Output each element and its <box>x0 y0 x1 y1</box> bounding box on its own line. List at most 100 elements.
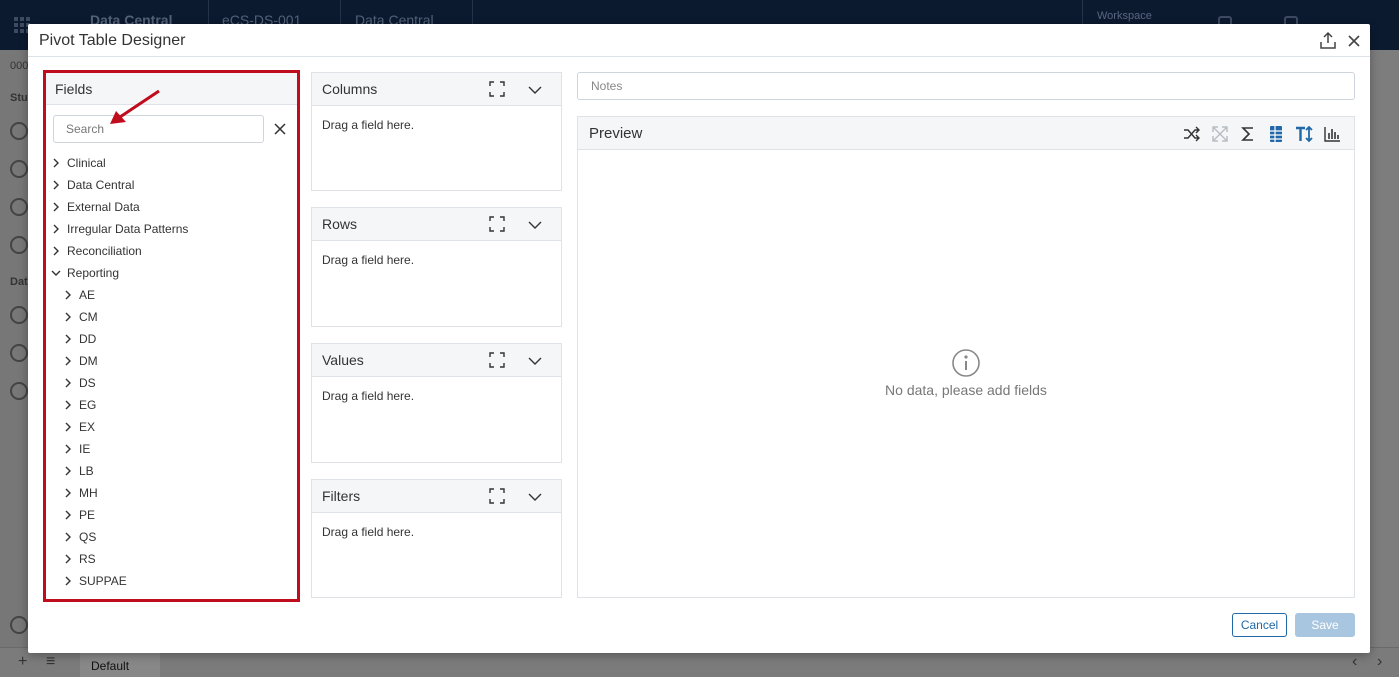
chevron-right-icon <box>53 180 59 190</box>
pivot-table-designer-dialog: Pivot Table Designer Fields Clinical Dat… <box>28 24 1370 653</box>
columns-title: Columns <box>322 81 378 97</box>
cancel-button[interactable]: Cancel <box>1232 613 1287 637</box>
chevron-right-icon <box>65 400 71 410</box>
chevron-right-icon <box>53 246 59 256</box>
empty-state-message: No data, please add fields <box>885 382 1047 398</box>
chevron-down-icon <box>51 270 61 276</box>
chevron-right-icon <box>65 444 71 454</box>
tree-item-dd[interactable]: DD <box>62 329 96 349</box>
tree-item-pe[interactable]: PE <box>62 505 95 525</box>
menu-icon: ≡ <box>46 653 56 670</box>
fullscreen-icon[interactable] <box>489 488 505 504</box>
chevron-right-icon <box>65 290 71 300</box>
columns-zone-header: Columns <box>312 73 561 106</box>
tree-item-clinical[interactable]: Clinical <box>50 153 106 173</box>
columns-drop-hint: Drag a field here. <box>322 118 415 132</box>
tree-item-rs[interactable]: RS <box>62 549 96 569</box>
clear-search-icon[interactable] <box>273 122 287 136</box>
database-icon <box>10 616 28 634</box>
prev-icon: ‹ <box>1352 653 1358 670</box>
fullscreen-icon[interactable] <box>489 81 505 97</box>
expand-all-icon[interactable] <box>1211 125 1229 143</box>
dialog-title: Pivot Table Designer <box>39 32 186 49</box>
rows-zone-header: Rows <box>312 208 561 241</box>
users-icon <box>10 122 28 140</box>
add-icon: + <box>18 653 28 670</box>
values-title: Values <box>322 352 364 368</box>
filters-zone-header: Filters <box>312 480 561 513</box>
app-sidebar: 000 Stu Dat <box>0 50 28 647</box>
chevron-down-icon[interactable] <box>527 489 543 505</box>
chevron-right-icon <box>65 554 71 564</box>
chevron-right-icon <box>65 312 71 322</box>
search-icon <box>10 160 28 178</box>
tree-item-ex[interactable]: EX <box>62 417 95 437</box>
tree-item-reporting[interactable]: Reporting <box>50 263 119 283</box>
preview-panel: Preview No data, please add fields <box>577 116 1355 598</box>
chevron-right-icon <box>65 488 71 498</box>
rows-zone[interactable]: Rows Drag a field here. <box>311 207 562 327</box>
chevron-right-icon <box>53 224 59 234</box>
values-drop-hint: Drag a field here. <box>322 389 415 403</box>
preview-header: Preview <box>578 117 1354 150</box>
clipboard-icon <box>10 236 28 254</box>
values-zone-header: Values <box>312 344 561 377</box>
tree-item-eg[interactable]: EG <box>62 395 96 415</box>
transfer-icon <box>10 306 28 324</box>
tree-item-ie[interactable]: IE <box>62 439 90 459</box>
chevron-right-icon <box>65 532 71 542</box>
tree-item-qs[interactable]: QS <box>62 527 96 547</box>
tree-item-data-central[interactable]: Data Central <box>50 175 134 195</box>
fields-header: Fields <box>46 73 297 105</box>
chevron-right-icon <box>65 334 71 344</box>
chevron-right-icon <box>65 356 71 366</box>
chart-icon <box>10 382 28 400</box>
chevron-down-icon[interactable] <box>527 353 543 369</box>
values-zone[interactable]: Values Drag a field here. <box>311 343 562 463</box>
filters-title: Filters <box>322 488 361 504</box>
bar-chart-icon[interactable] <box>1323 125 1341 143</box>
tree-item-ae[interactable]: AE <box>62 285 95 305</box>
columns-zone[interactable]: Columns Drag a field here. <box>311 72 562 191</box>
chevron-right-icon <box>65 466 71 476</box>
tree-item-mh[interactable]: MH <box>62 483 98 503</box>
tree-item-suppae[interactable]: SUPPAE <box>62 571 127 591</box>
tree-item-irregular-data-patterns[interactable]: Irregular Data Patterns <box>50 219 188 239</box>
tab-default: Default <box>80 650 160 677</box>
chevron-down-icon[interactable] <box>527 82 543 98</box>
annotation-arrow-icon <box>110 89 160 124</box>
dialog-header: Pivot Table Designer <box>28 24 1370 57</box>
info-icon <box>952 349 980 377</box>
tree-item-cm[interactable]: CM <box>62 307 98 327</box>
filters-drop-hint: Drag a field here. <box>322 525 415 539</box>
fields-title: Fields <box>55 81 93 97</box>
rows-drop-hint: Drag a field here. <box>322 253 415 267</box>
export-button[interactable] <box>1317 30 1339 52</box>
target-icon <box>10 344 28 362</box>
sigma-icon[interactable] <box>1239 125 1257 143</box>
save-button[interactable]: Save <box>1295 613 1355 637</box>
notes-input[interactable] <box>577 72 1355 100</box>
shuffle-icon[interactable] <box>1183 125 1201 143</box>
tree-item-ds[interactable]: DS <box>62 373 96 393</box>
tree-item-external-data[interactable]: External Data <box>50 197 140 217</box>
filters-zone[interactable]: Filters Drag a field here. <box>311 479 562 598</box>
tree-item-lb[interactable]: LB <box>62 461 94 481</box>
preview-title: Preview <box>589 125 643 142</box>
chevron-right-icon <box>53 158 59 168</box>
text-height-icon[interactable] <box>1295 125 1313 143</box>
chevron-right-icon <box>65 576 71 586</box>
export-icon <box>1320 31 1336 49</box>
chevron-right-icon <box>65 510 71 520</box>
fields-panel: Fields Clinical Data Central External Da… <box>43 70 300 602</box>
fullscreen-icon[interactable] <box>489 352 505 368</box>
chevron-right-icon <box>53 202 59 212</box>
tree-item-dm[interactable]: DM <box>62 351 98 371</box>
next-icon: › <box>1377 653 1383 670</box>
grid-icon[interactable] <box>1267 125 1285 143</box>
close-button[interactable] <box>1343 30 1365 52</box>
tree-item-reconciliation[interactable]: Reconciliation <box>50 241 142 261</box>
rows-title: Rows <box>322 216 358 232</box>
fullscreen-icon[interactable] <box>489 216 505 232</box>
chevron-down-icon[interactable] <box>527 217 543 233</box>
